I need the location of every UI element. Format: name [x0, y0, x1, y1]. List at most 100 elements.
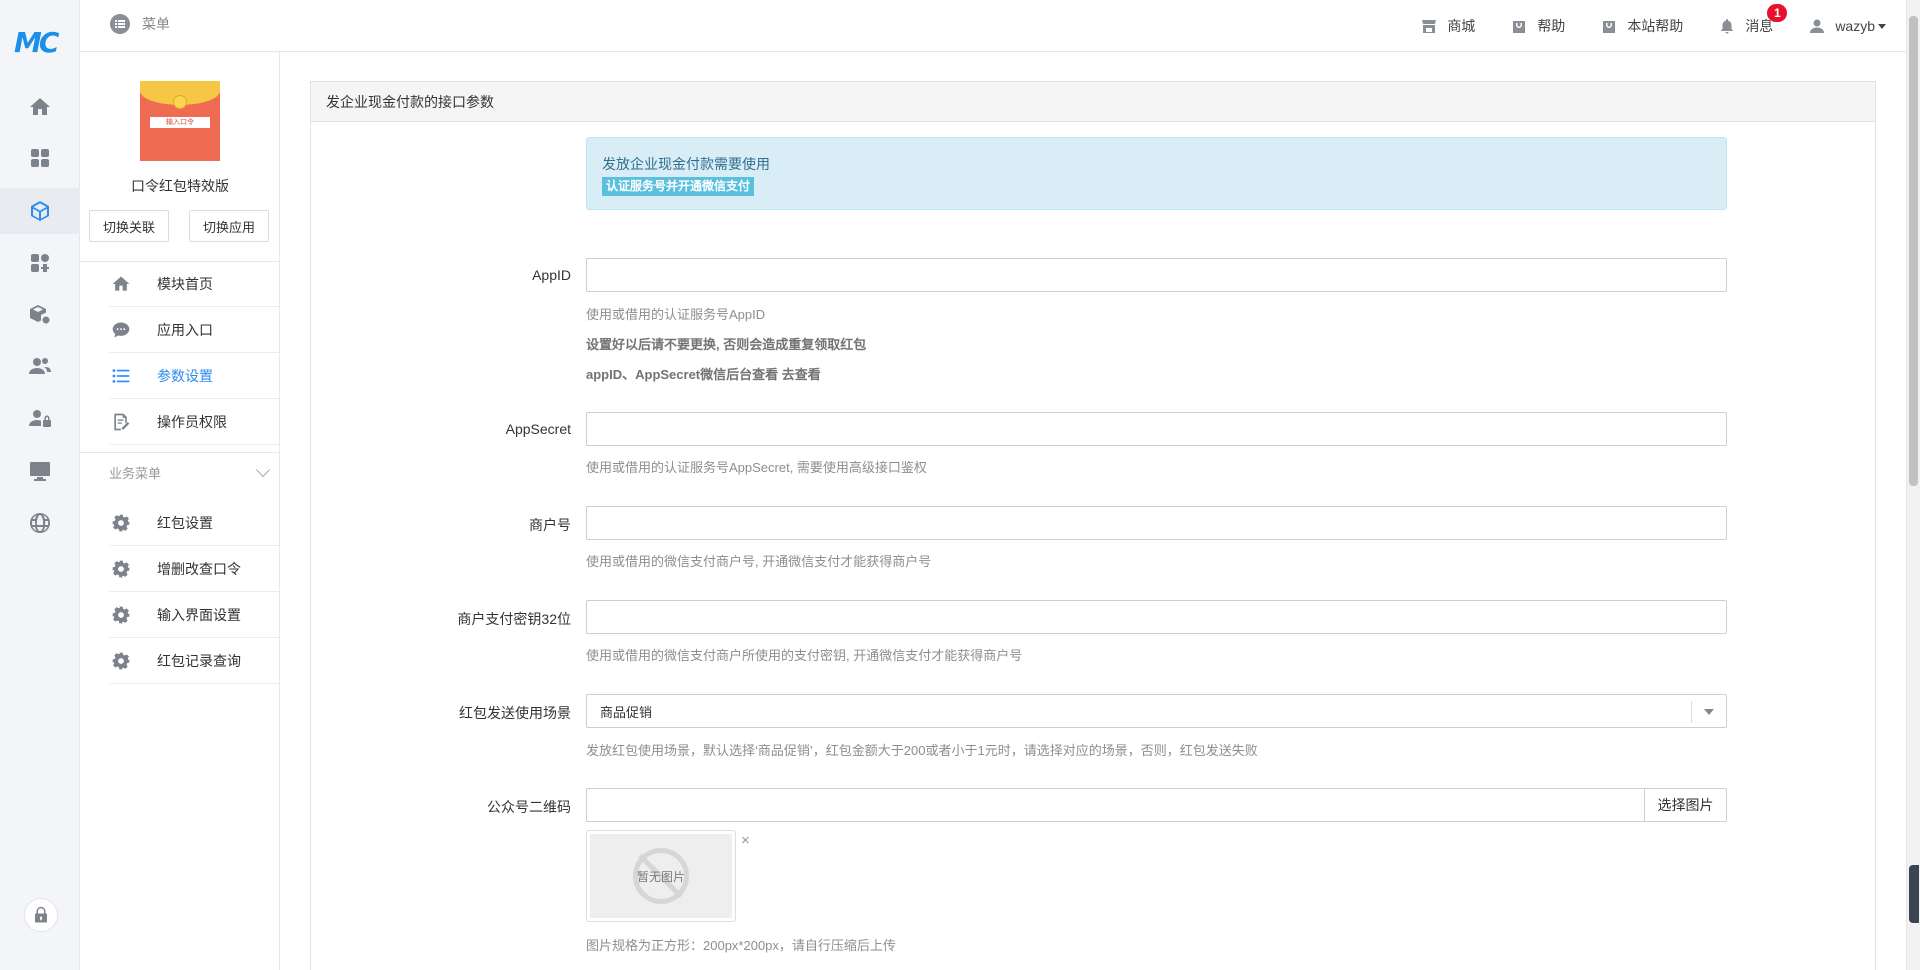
floating-side-tab[interactable]: [1909, 865, 1919, 923]
gear-icon: [111, 513, 131, 533]
info-alert: 发放企业现金付款需要使用 认证服务号并开通微信支付: [586, 137, 1727, 210]
merchant-id-label: 商户号: [529, 517, 571, 533]
appsecret-input[interactable]: [586, 412, 1727, 446]
dropdown-arrow-icon: [1704, 709, 1714, 715]
scene-select[interactable]: 商品促销: [586, 694, 1727, 728]
appid-label: AppID: [532, 267, 571, 283]
menu-list-icon: [110, 14, 130, 34]
module-name: 口令红包特效版: [131, 178, 229, 194]
rail-package-settings-icon[interactable]: [0, 292, 80, 338]
edit-doc-icon: [111, 412, 131, 432]
rail-monitor-icon[interactable]: [0, 448, 80, 494]
merchant-id-input[interactable]: [586, 506, 1727, 540]
scene-selected-value: 商品促销: [600, 704, 653, 720]
merchant-key-label: 商户支付密钥32位: [457, 611, 571, 627]
gear-icon: [111, 605, 131, 625]
rail-user-lock-icon[interactable]: [0, 395, 80, 441]
panel-title: 发企业现金付款的接口参数: [311, 82, 1875, 122]
nav-item-label: 模块首页: [157, 276, 213, 292]
merchant-id-help: 使用或借用的微信支付商户号, 开通微信支付才能获得商户号: [586, 554, 932, 569]
bell-icon: [1721, 19, 1734, 34]
switch-link-button[interactable]: 切换关联: [89, 210, 169, 242]
module-image-label: 输入口令: [150, 117, 210, 128]
rail-cube-icon[interactable]: [0, 188, 80, 234]
qrcode-help: 图片规格为正方形：200px*200px，请自行压缩后上传: [586, 938, 896, 953]
gear-icon: [111, 559, 131, 579]
nav-item-label: 红包设置: [157, 515, 213, 531]
lock-icon: [35, 906, 47, 923]
module-sidebar: 输入口令 口令红包特效版 切换关联 切换应用 模块首页 应用入口 参数设置 操作…: [80, 52, 280, 970]
remove-image-button[interactable]: ×: [741, 832, 750, 849]
switch-app-button[interactable]: 切换应用: [189, 210, 269, 242]
appsecret-label: AppSecret: [505, 421, 571, 437]
nav-item-input-ui-settings[interactable]: 输入界面设置: [109, 593, 280, 638]
store-icon: [1422, 20, 1437, 33]
qrcode-input[interactable]: [586, 788, 1644, 822]
merchant-key-help: 使用或借用的微信支付商户所使用的支付密钥, 开通微信支付才能获得商户号: [586, 648, 1023, 663]
rail-grid-icon[interactable]: [0, 135, 80, 181]
nav-item-label: 红包记录查询: [157, 653, 241, 669]
nav-item-param-settings[interactable]: 参数设置: [109, 354, 280, 399]
lock-screen-button[interactable]: [24, 898, 58, 932]
nav-item-redpacket-records[interactable]: 红包记录查询: [109, 639, 280, 684]
app-rail: MC: [0, 0, 80, 970]
gear-icon: [111, 651, 131, 671]
qrcode-input-group: 选择图片: [586, 788, 1727, 822]
rail-globe-icon[interactable]: [0, 500, 80, 546]
bag-icon: [1603, 21, 1616, 33]
appid-view-link[interactable]: appID、AppSecret微信后台查看 去查看: [586, 364, 821, 383]
rail-users-icon[interactable]: [0, 343, 80, 389]
no-image-text: 暂无图片: [636, 869, 685, 884]
chat-icon: [111, 320, 131, 340]
store-link[interactable]: 商城: [1421, 16, 1475, 36]
alert-tag: 认证服务号并开通微信支付: [602, 177, 755, 196]
module-card: 输入口令 口令红包特效版 切换关联 切换应用: [80, 52, 280, 262]
nav-item-module-home[interactable]: 模块首页: [109, 262, 280, 307]
nav-item-app-entry[interactable]: 应用入口: [109, 308, 280, 353]
nav-item-manage-passwords[interactable]: 增删改查口令: [109, 547, 280, 592]
appid-input[interactable]: [586, 258, 1727, 292]
caret-down-icon: [1878, 23, 1886, 29]
messages-badge: 1: [1767, 4, 1788, 22]
user-icon: [1810, 19, 1825, 33]
no-image-placeholder: 暂无图片: [590, 834, 732, 918]
menu-toggle[interactable]: 菜单: [110, 14, 170, 34]
rail-home-icon[interactable]: [0, 84, 80, 130]
bag-icon: [1513, 21, 1526, 33]
rail-apps-icon[interactable]: [0, 240, 80, 286]
list-icon: [111, 366, 131, 386]
username: wazyb: [1835, 18, 1875, 34]
appid-warning: 设置好以后请不要更换, 否则会造成重复领取红包: [586, 337, 867, 352]
merchant-key-input[interactable]: [586, 600, 1727, 634]
choose-image-button[interactable]: 选择图片: [1644, 788, 1727, 822]
scene-help: 发放红包使用场景，默认选择‘商品促销’，红包金额大于200或者小于1元时，请选择…: [586, 743, 1258, 758]
nav-item-label: 参数设置: [157, 368, 213, 384]
page-scrollbar[interactable]: [1906, 0, 1920, 970]
nav-item-label: 增删改查口令: [157, 561, 241, 577]
qrcode-preview: 暂无图片: [586, 830, 736, 922]
appid-help: 使用或借用的认证服务号AppID: [586, 307, 766, 322]
menu-label: 菜单: [142, 16, 170, 32]
appsecret-help: 使用或借用的认证服务号AppSecret, 需要使用高级接口鉴权: [586, 460, 927, 475]
business-menu-header[interactable]: 业务菜单: [80, 452, 280, 492]
main-content: 发企业现金付款的接口参数 发放企业现金付款需要使用 认证服务号并开通微信支付 A…: [280, 52, 1906, 970]
messages-link[interactable]: 消息 1: [1719, 4, 1788, 36]
site-help-link[interactable]: 本站帮助: [1601, 16, 1683, 36]
top-bar: 菜单 商城 帮助 本站帮助 消息 1 wazyb: [80, 0, 1906, 52]
alert-text: 发放企业现金付款需要使用: [602, 156, 770, 172]
nav-item-operator-permissions[interactable]: 操作员权限: [109, 400, 280, 445]
help-link[interactable]: 帮助: [1511, 16, 1565, 36]
section-title: 业务菜单: [109, 466, 162, 481]
nav-item-label: 输入界面设置: [157, 607, 241, 623]
user-menu[interactable]: wazyb: [1809, 18, 1886, 34]
scrollbar-thumb[interactable]: [1909, 16, 1918, 486]
site-help-link-label: 本站帮助: [1627, 18, 1684, 34]
help-link-label: 帮助: [1537, 18, 1566, 34]
qrcode-label: 公众号二维码: [487, 799, 571, 815]
nav-item-redpacket-settings[interactable]: 红包设置: [109, 501, 280, 546]
scene-label: 红包发送使用场景: [459, 705, 571, 721]
app-logo[interactable]: MC: [14, 26, 66, 59]
module-image: 输入口令: [140, 81, 220, 161]
settings-panel: 发企业现金付款的接口参数 发放企业现金付款需要使用 认证服务号并开通微信支付 A…: [310, 81, 1876, 970]
chevron-down-icon: [255, 462, 271, 478]
